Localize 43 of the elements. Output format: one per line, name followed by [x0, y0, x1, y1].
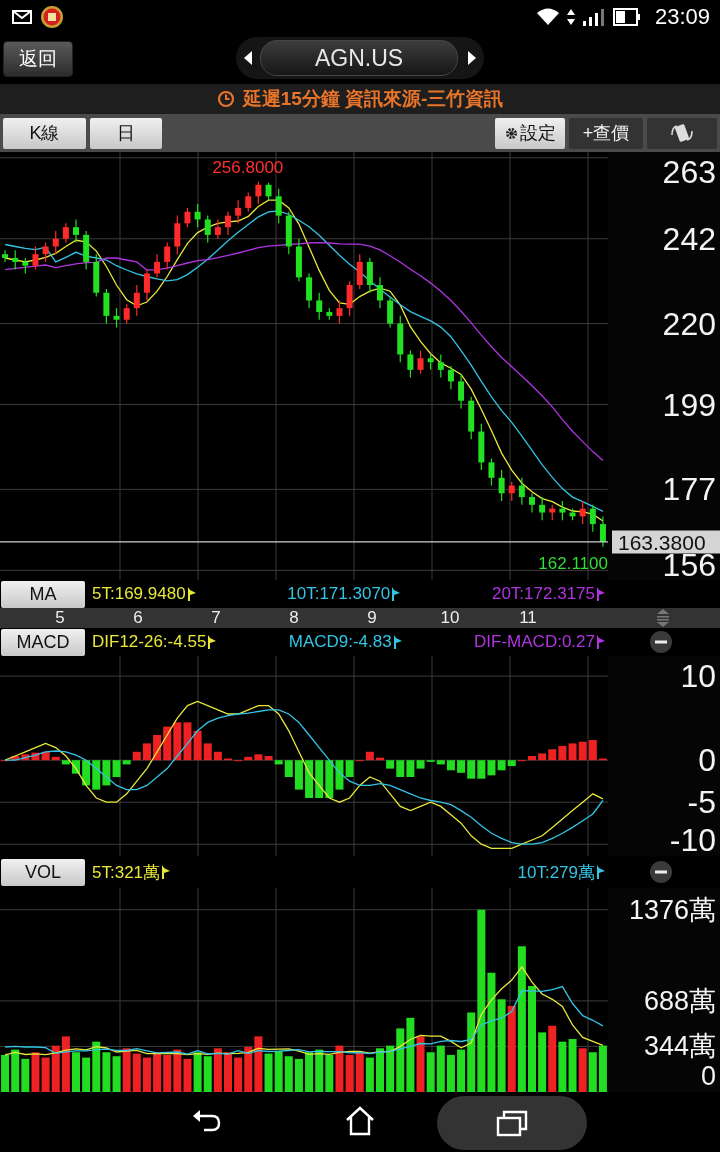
legend-value: 10T:171.3070: [287, 584, 401, 604]
legend-value: 20T:172.3175: [491, 584, 605, 604]
legend-value: DIF12-26:-4.55: [92, 632, 217, 652]
date-label: 11: [518, 608, 538, 628]
legend-value: MACD9:-4.83: [288, 632, 402, 652]
indicator-button[interactable]: MA: [1, 580, 85, 608]
back-button[interactable]: 返回: [3, 41, 73, 77]
date-label: 6: [132, 608, 144, 628]
axis-tick-label: -5: [687, 787, 716, 818]
axis-tick-label: 177: [662, 474, 716, 505]
axis-tick-label: 344萬: [643, 1031, 716, 1062]
delay-notice: 延遲15分鐘 資訊來源-三竹資訊: [242, 87, 504, 111]
date-label: 5: [54, 608, 66, 628]
axis-tick-label: 220: [662, 308, 716, 339]
quote-button[interactable]: +查價: [569, 117, 643, 149]
date-label: 8: [288, 608, 300, 628]
legend-value: 5T:169.9480: [92, 584, 196, 604]
axis-tick-label: 0: [698, 745, 716, 776]
indicator-button[interactable]: VOL: [1, 858, 85, 886]
symbol-pill[interactable]: AGN.US: [260, 40, 458, 76]
axis-tick-label: 242: [662, 223, 716, 254]
last-price-tag: 163.3800: [612, 530, 720, 554]
axis-tick-label: 10: [680, 661, 716, 692]
symbol-switcher[interactable]: AGN.US: [236, 37, 484, 79]
legend-value: 5T:321萬: [92, 860, 171, 884]
date-label: 10: [439, 608, 461, 628]
date-label: 9: [366, 608, 378, 628]
period-button[interactable]: 日: [90, 117, 162, 149]
axis-tick-label: 199: [662, 389, 716, 420]
axis-tick-label: 0: [700, 1061, 716, 1091]
settings-button[interactable]: 設定: [495, 117, 565, 149]
legend-value: DIF-MACD:0.27: [474, 632, 605, 652]
legend-value: 10T:279萬: [517, 860, 605, 884]
period-button[interactable]: K線: [3, 117, 86, 149]
clock-time: 23:09: [654, 4, 710, 30]
axis-tick-label: 688萬: [643, 985, 716, 1016]
indicator-button[interactable]: MACD: [1, 628, 85, 656]
low-price-label: 162.1100: [538, 553, 608, 574]
high-price-label: 256.8000: [212, 157, 284, 178]
axis-tick-label: -10: [669, 825, 716, 855]
axis-tick-label: 1376萬: [628, 895, 716, 925]
axis-tick-label: 263: [662, 157, 716, 187]
date-label: 7: [210, 608, 222, 628]
